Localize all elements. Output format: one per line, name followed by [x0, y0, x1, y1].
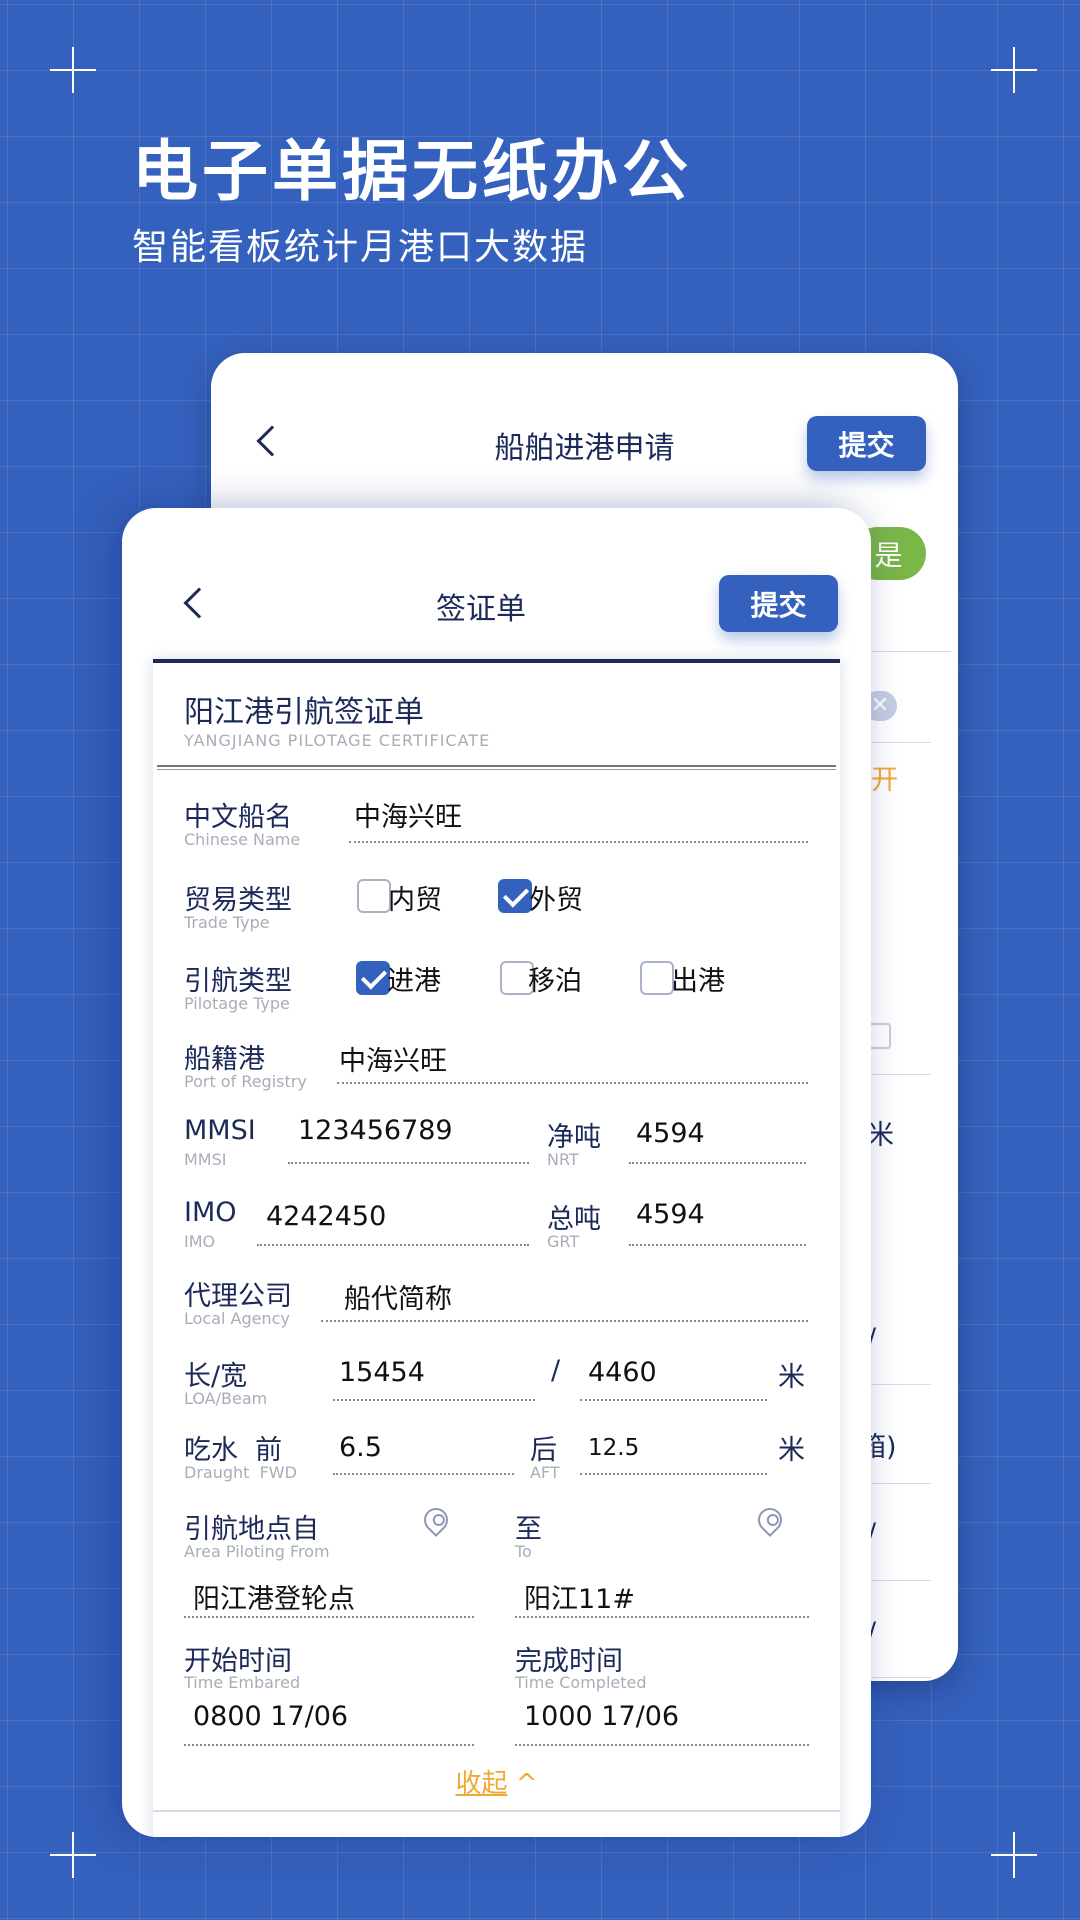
- separator: /: [551, 1355, 561, 1386]
- draught-aft-input[interactable]: 12.5: [588, 1435, 639, 1461]
- field-label: 后: [530, 1435, 557, 1466]
- loa-input[interactable]: 15454: [339, 1357, 425, 1388]
- field-label-en: To: [515, 1542, 532, 1561]
- draught-fwd-input[interactable]: 6.5: [339, 1432, 382, 1463]
- sheet-title: 阳江港引航签证单: [184, 695, 424, 730]
- checkbox-outbound[interactable]: [640, 961, 674, 995]
- field-label: MMSI: [184, 1115, 256, 1146]
- field-label-en: Time Completed: [515, 1673, 647, 1692]
- field-label: 总吨: [547, 1204, 601, 1235]
- corner-mark: [991, 1832, 1037, 1878]
- corner-mark: [50, 47, 96, 93]
- certificate-sheet: 阳江港引航签证单 YANGJIANG PILOTAGE CERTIFICATE …: [153, 659, 840, 1837]
- field-label-en: IMO: [184, 1232, 216, 1251]
- field-label: 引航地点自: [184, 1514, 319, 1545]
- field-label-en: Chinese Name: [184, 830, 301, 849]
- collapse-button[interactable]: 收起 ^: [153, 1763, 840, 1800]
- field-label-en: Time Embared: [184, 1673, 301, 1692]
- field-label-en: LOA/Beam: [184, 1389, 268, 1408]
- corner-mark: [991, 47, 1037, 93]
- field-label: 船籍港: [184, 1044, 265, 1075]
- field-label-en: MMSI: [184, 1150, 227, 1169]
- field-label-en: Pilotage Type: [184, 994, 290, 1013]
- back-icon[interactable]: [183, 587, 215, 619]
- checkbox-label: 进港: [387, 966, 441, 997]
- agency-input[interactable]: 船代简称: [344, 1277, 452, 1316]
- unit-label: 米: [778, 1435, 805, 1466]
- field-label: 中文船名: [184, 802, 292, 833]
- field-label: 引航类型: [184, 966, 292, 997]
- remarks-label: 备注: [184, 1829, 238, 1837]
- checkbox-label: 内贸: [388, 885, 442, 916]
- start-time-input[interactable]: 0800 17/06: [193, 1701, 348, 1732]
- corner-mark: [50, 1832, 96, 1878]
- field-label-en: Local Agency: [184, 1309, 290, 1328]
- chevron-up-icon: ^: [515, 1769, 538, 1799]
- area-from-input[interactable]: 阳江港登轮点: [193, 1577, 355, 1616]
- checkbox-label: 出港: [671, 966, 725, 997]
- field-label: 净吨: [547, 1122, 601, 1153]
- field-label-en: Area Piloting From: [184, 1542, 330, 1561]
- submit-button[interactable]: 提交: [807, 416, 926, 471]
- end-time-input[interactable]: 1000 17/06: [524, 1701, 679, 1732]
- field-label-en: NRT: [547, 1150, 579, 1169]
- mmsi-input[interactable]: 123456789: [298, 1115, 453, 1146]
- field-label-en: Port of Registry: [184, 1072, 307, 1091]
- hero-subtitle: 智能看板统计月港口大数据: [132, 227, 589, 268]
- imo-input[interactable]: 4242450: [266, 1201, 386, 1232]
- field-label-en: Draught FWD: [184, 1463, 297, 1482]
- field-label-en: GRT: [547, 1232, 580, 1251]
- area-to-input[interactable]: 阳江11#: [524, 1577, 635, 1616]
- grt-input[interactable]: 4594: [636, 1199, 705, 1230]
- field-label-en: Trade Type: [184, 913, 270, 932]
- field-label: 代理公司: [184, 1281, 292, 1312]
- checkbox-label: 外贸: [529, 885, 583, 916]
- certificate-card: 签证单 提交 阳江港引航签证单 YANGJIANG PILOTAGE CERTI…: [122, 508, 871, 1837]
- field-label: 至: [515, 1514, 542, 1545]
- location-icon[interactable]: [419, 1503, 453, 1537]
- checkbox-foreign[interactable]: [498, 879, 532, 913]
- checkbox-domestic[interactable]: [357, 879, 391, 913]
- location-icon[interactable]: [753, 1503, 787, 1537]
- port-registry-input[interactable]: 中海兴旺: [339, 1039, 447, 1078]
- page-title: 签证单: [436, 592, 526, 627]
- submit-button[interactable]: 提交: [719, 575, 838, 632]
- checkbox-label: 移泊: [528, 966, 582, 997]
- partial-text: 开: [871, 765, 898, 796]
- beam-input[interactable]: 4460: [588, 1357, 657, 1388]
- checkbox-inbound[interactable]: [356, 961, 390, 995]
- ship-name-input[interactable]: 中海兴旺: [354, 795, 462, 834]
- field-label: 贸易类型: [184, 885, 292, 916]
- field-label: IMO: [184, 1197, 237, 1228]
- field-label-en: AFT: [530, 1463, 560, 1482]
- collapse-label: 收起: [455, 1769, 508, 1799]
- nrt-input[interactable]: 4594: [636, 1118, 705, 1149]
- hero-title: 电子单据无纸办公: [132, 133, 692, 210]
- unit-label: 米: [778, 1362, 805, 1393]
- field-label: 长/宽: [184, 1361, 248, 1392]
- sheet-subtitle: YANGJIANG PILOTAGE CERTIFICATE: [184, 731, 491, 750]
- field-label: 吃水 前: [184, 1435, 283, 1466]
- unit-label: 米: [867, 1120, 894, 1151]
